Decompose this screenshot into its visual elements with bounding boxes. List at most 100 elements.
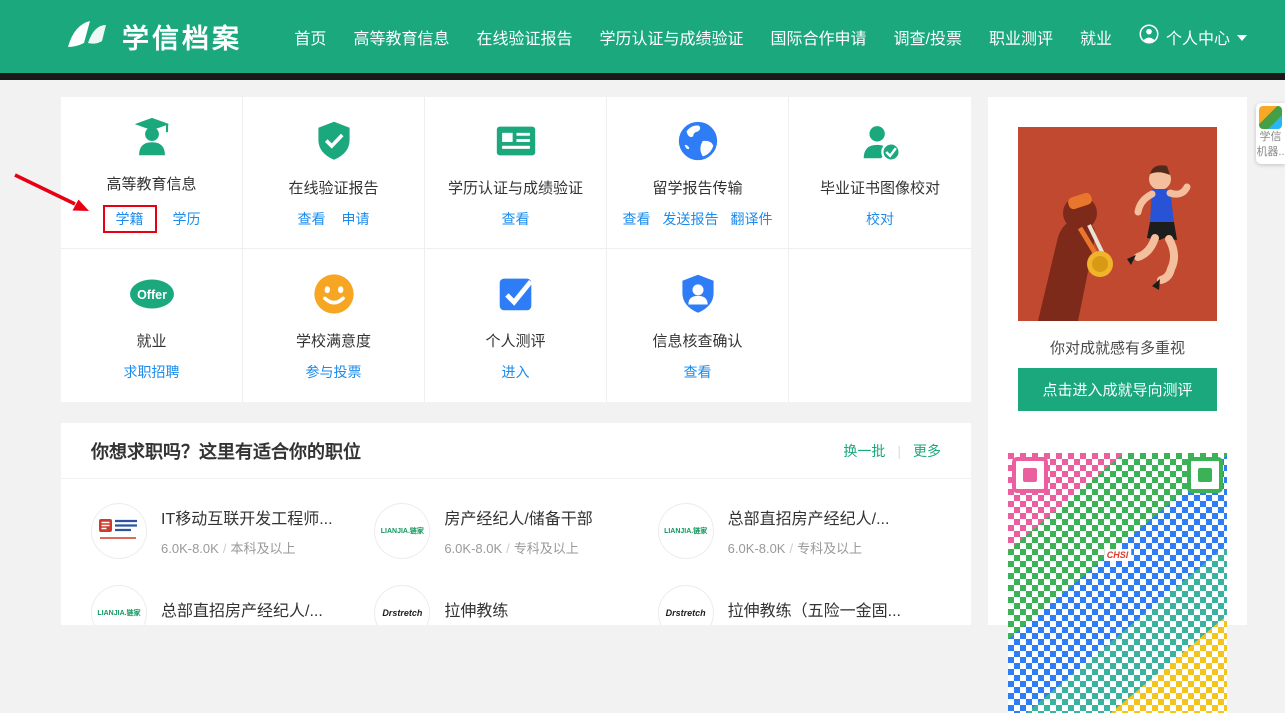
- job-item[interactable]: LIANJIA.链家 总部直招房产经纪人/...: [91, 585, 374, 625]
- right-sidebar: 你对成就感有多重视 点击进入成就导向测评 CHSI: [988, 97, 1247, 625]
- service-tile-overseas-report: 留学报告传输 查看 发送报告 翻译件: [607, 97, 789, 249]
- service-links: 查看 发送报告 翻译件: [623, 209, 773, 229]
- link-translation[interactable]: 翻译件: [731, 209, 773, 229]
- jobs-grid: IT移动互联开发工程师... 6.0K-8.0K/本科及以上 LIANJIA.链…: [61, 479, 971, 625]
- link-view-overseas[interactable]: 查看: [623, 209, 651, 229]
- link-job-search[interactable]: 求职招聘: [124, 362, 180, 382]
- chsi-logo-icon: [64, 17, 110, 56]
- link-student-status[interactable]: 学籍: [116, 211, 144, 227]
- nav-employment[interactable]: 就业: [1080, 25, 1112, 49]
- offer-text: Offer: [137, 288, 167, 302]
- person-check-icon: [857, 117, 903, 165]
- service-title: 个人测评: [485, 330, 545, 351]
- service-tile-satisfaction: 学校满意度 参与投票: [243, 249, 425, 402]
- company-logo: LIANJIA.链家: [374, 503, 430, 559]
- service-title: 毕业证书图像校对: [820, 177, 940, 198]
- link-view-report[interactable]: 查看: [298, 209, 326, 229]
- user-icon: [1139, 24, 1159, 49]
- job-education: 本科及以上: [230, 541, 295, 556]
- refresh-jobs-link[interactable]: 换一批: [843, 441, 885, 461]
- header-bottom-strip: [0, 73, 1285, 80]
- service-title: 留学报告传输: [652, 177, 742, 198]
- service-title: 学校满意度: [296, 330, 371, 351]
- poster-caption: 你对成就感有多重视: [988, 337, 1247, 358]
- job-title[interactable]: 拉伸教练（五险一金固...: [728, 597, 901, 621]
- job-item[interactable]: Drstretch 拉伸教练（五险一金固...: [658, 585, 941, 625]
- job-title[interactable]: 拉伸教练: [444, 597, 508, 621]
- company-logo: LIANJIA.链家: [91, 585, 147, 625]
- site-logo[interactable]: 学信档案: [64, 17, 242, 56]
- nav-survey[interactable]: 调查/投票: [894, 25, 962, 49]
- service-title: 就业: [136, 330, 166, 351]
- qr-finder-topright-icon: [1187, 457, 1223, 493]
- job-title[interactable]: IT移动互联开发工程师...: [161, 505, 333, 529]
- job-item[interactable]: LIANJIA.链家 总部直招房产经纪人/... 6.0K-8.0K/专科及以上: [658, 503, 941, 559]
- service-links: 校对: [866, 209, 894, 229]
- job-title[interactable]: 房产经纪人/储备干部: [444, 505, 592, 529]
- shield-person-icon: [676, 270, 720, 318]
- report-card-icon: [493, 117, 539, 165]
- assistant-label-line1: 学信: [1260, 131, 1282, 144]
- service-links: 参与投票: [306, 362, 362, 382]
- meta-separator: /: [223, 541, 227, 556]
- globe-icon: [675, 117, 721, 165]
- job-title[interactable]: 总部直招房产经纪人/...: [161, 597, 323, 621]
- achievement-test-button[interactable]: 点击进入成就导向测评: [1018, 368, 1217, 411]
- service-links: 进入: [502, 362, 530, 382]
- promo-poster[interactable]: [1018, 127, 1217, 321]
- nav-degree-verification[interactable]: 学历认证与成绩验证: [599, 25, 743, 49]
- chevron-down-icon: [1237, 35, 1247, 41]
- jobs-actions: 换一批 | 更多: [843, 441, 941, 461]
- company-logo: [91, 503, 147, 559]
- company-logo: LIANJIA.链家: [658, 503, 714, 559]
- graduate-icon: [129, 113, 175, 161]
- jobs-section-title: 你想求职吗？这里有适合你的职位: [91, 438, 361, 464]
- job-meta: 6.0K-8.0K/本科及以上: [161, 538, 333, 557]
- main-nav: 首页 高等教育信息 在线验证报告 学历认证与成绩验证 国际合作申请 调查/投票 …: [294, 24, 1247, 49]
- service-title: 高等教育信息: [106, 173, 196, 194]
- top-navbar: 学信档案 首页 高等教育信息 在线验证报告 学历认证与成绩验证 国际合作申请 调…: [0, 0, 1285, 73]
- job-item[interactable]: LIANJIA.链家 房产经纪人/储备干部 6.0K-8.0K/专科及以上: [374, 503, 657, 559]
- link-enter-test[interactable]: 进入: [502, 362, 530, 382]
- company-logo: Drstretch: [658, 585, 714, 625]
- service-links: 求职招聘: [124, 362, 180, 382]
- meta-separator: /: [789, 541, 793, 556]
- job-title[interactable]: 总部直招房产经纪人/...: [728, 505, 890, 529]
- service-tile-online-report: 在线验证报告 查看 申请: [243, 97, 425, 249]
- link-send-report[interactable]: 发送报告: [663, 209, 719, 229]
- nav-online-report[interactable]: 在线验证报告: [476, 25, 572, 49]
- qr-finder-topleft-icon: [1012, 457, 1048, 493]
- job-salary: 6.0K-8.0K: [728, 541, 786, 556]
- qr-code: CHSI: [1008, 453, 1227, 713]
- job-item[interactable]: IT移动互联开发工程师... 6.0K-8.0K/本科及以上: [91, 503, 374, 559]
- service-links: 查看: [684, 362, 712, 382]
- job-info: 总部直招房产经纪人/... 6.0K-8.0K/专科及以上: [728, 505, 890, 557]
- job-item[interactable]: Drstretch 拉伸教练: [374, 585, 657, 625]
- link-proofread[interactable]: 校对: [866, 209, 894, 229]
- more-jobs-link[interactable]: 更多: [913, 441, 941, 461]
- divider: |: [897, 443, 901, 459]
- user-menu-label: 个人中心: [1166, 25, 1230, 49]
- smiley-icon: [311, 270, 357, 318]
- link-academic-degree[interactable]: 学历: [173, 209, 201, 229]
- empty-tile: [789, 249, 971, 402]
- link-vote[interactable]: 参与投票: [306, 362, 362, 382]
- link-view-confirm[interactable]: 查看: [684, 362, 712, 382]
- link-view-verification[interactable]: 查看: [502, 209, 530, 229]
- job-meta: 6.0K-8.0K/专科及以上: [444, 538, 592, 557]
- annotation-highlight-box: 学籍: [103, 205, 157, 233]
- job-info: 总部直招房产经纪人/...: [161, 597, 323, 626]
- jobs-card: 你想求职吗？这里有适合你的职位 换一批 | 更多 IT移动互联开发工程师... …: [61, 423, 971, 625]
- nav-international[interactable]: 国际合作申请: [770, 25, 866, 49]
- link-apply-report[interactable]: 申请: [342, 209, 370, 229]
- service-links: 查看: [502, 209, 530, 229]
- service-title: 在线验证报告: [288, 177, 378, 198]
- user-menu[interactable]: 个人中心: [1139, 24, 1247, 49]
- service-tile-personal-test: 个人测评 进入: [425, 249, 607, 402]
- nav-home[interactable]: 首页: [294, 25, 326, 49]
- assistant-widget[interactable]: 学信 机器..: [1256, 103, 1285, 164]
- nav-higher-education[interactable]: 高等教育信息: [353, 25, 449, 49]
- services-grid: 高等教育信息 学籍 学历 在线验证报告 查看 申请: [61, 97, 971, 402]
- nav-career-test[interactable]: 职业测评: [989, 25, 1053, 49]
- service-title: 信息核查确认: [652, 330, 742, 351]
